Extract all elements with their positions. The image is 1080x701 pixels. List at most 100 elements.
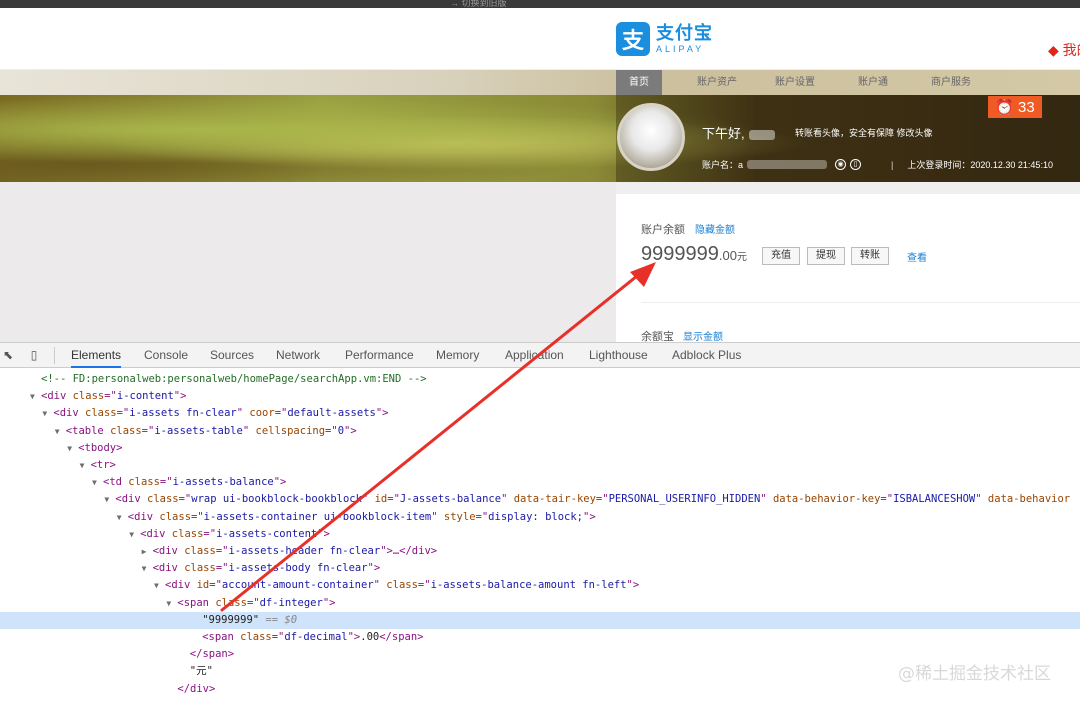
dom-token: <span	[202, 631, 241, 643]
dom-tree-line[interactable]: <!-- FD:personalweb:personalweb/homePage…	[0, 371, 1080, 388]
tab-elements[interactable]: Elements	[71, 343, 122, 368]
dom-tree-line[interactable]: ▼ <div class="i-assets-content">	[0, 526, 1080, 543]
collapse-triangle-icon[interactable]: ▼	[154, 577, 165, 594]
collapse-triangle-icon[interactable]: ▼	[92, 474, 103, 491]
tab-application[interactable]: Application	[505, 343, 564, 368]
device-toggle-icon[interactable]: ▯	[27, 348, 41, 362]
dom-token: .00	[360, 631, 380, 643]
dom-tree-line[interactable]: ▼ <table class="i-assets-table" cellspaci…	[0, 423, 1080, 440]
dom-tree-line[interactable]: ▼ <div id="account-amount-container" clas…	[0, 577, 1080, 594]
collapse-triangle-icon[interactable]: ▼	[142, 560, 153, 577]
dom-token: class	[147, 493, 179, 506]
dom-token: ">	[375, 407, 389, 420]
dom-token: class	[159, 510, 192, 523]
collapse-triangle-icon[interactable]: ▼	[117, 509, 128, 526]
account-prefix: a	[738, 159, 744, 170]
dom-token: ="	[116, 407, 130, 420]
dom-token: ="	[246, 596, 260, 609]
tab-adblock-plus[interactable]: Adblock Plus	[672, 343, 741, 368]
logo-cn-text: 支付宝	[656, 23, 713, 43]
dom-token: i-assets-body fn-clear	[228, 562, 368, 575]
nav-item-home[interactable]: 首页	[616, 70, 662, 95]
dom-token: i-assets fn-clear	[129, 407, 237, 420]
dom-token: ="	[475, 510, 489, 523]
dom-tree-line[interactable]: ▼ <tbody>	[0, 440, 1080, 457]
withdraw-button[interactable]: 提现	[807, 247, 845, 265]
dom-tree-line[interactable]: <span class="df-decimal">.00</span>	[0, 629, 1080, 646]
dom-token: data-behavior-key	[772, 493, 881, 506]
dom-token: "	[361, 493, 375, 506]
dom-token: style	[443, 510, 476, 523]
dom-token: "	[236, 407, 250, 420]
dom-token: ISBALANCESHOW	[893, 493, 976, 506]
tab-performance[interactable]: Performance	[345, 343, 414, 368]
dom-token: ="	[595, 493, 609, 506]
dom-token: </span>	[379, 631, 424, 643]
collapse-triangle-icon[interactable]: ▼	[67, 440, 78, 457]
dom-tree-line[interactable]: ▼ <tr>	[0, 457, 1080, 474]
dom-token: account-amount-container	[221, 579, 374, 592]
phone-icon[interactable]: ▯	[850, 159, 862, 170]
tab-memory[interactable]: Memory	[436, 343, 479, 368]
dom-token: class	[110, 424, 142, 437]
recharge-button[interactable]: 充值	[762, 247, 800, 265]
nav-item-account-pass[interactable]: 账户通	[834, 70, 912, 95]
dom-tree-line[interactable]: "9999999" == $0	[0, 611, 1080, 629]
collapse-triangle-icon[interactable]: ▼	[166, 595, 177, 612]
dom-token: class	[386, 579, 418, 592]
tab-sources[interactable]: Sources	[210, 343, 254, 368]
tab-lighthouse[interactable]: Lighthouse	[589, 343, 648, 368]
dom-token: data-behavior	[987, 493, 1071, 506]
expand-triangle-icon[interactable]: ▶	[142, 543, 153, 560]
dom-token: "	[975, 493, 988, 506]
dom-token: ">	[317, 527, 330, 540]
dom-token: id	[374, 493, 388, 506]
avatar-tip[interactable]: 转账看头像，安全有保障 修改头像	[795, 126, 933, 139]
dom-tree-line[interactable]: ▼ <div class="wrap ui-bookblock-bookblock…	[0, 491, 1080, 508]
collapse-triangle-icon[interactable]: ▼	[30, 388, 41, 405]
nav-item-settings[interactable]: 账户设置	[756, 70, 834, 95]
collapse-triangle-icon[interactable]: ▼	[80, 457, 91, 474]
collapse-triangle-icon[interactable]: ▼	[55, 423, 66, 440]
show-amount-link[interactable]: 显示金额	[683, 328, 723, 343]
dom-tree-line[interactable]: ▼ <div class="i-assets fn-clear" coor="de…	[0, 405, 1080, 422]
dom-token: class	[215, 596, 247, 609]
dom-token: ">	[347, 631, 361, 643]
dom-token: data-tair-key	[513, 493, 596, 506]
collapse-triangle-icon[interactable]: ▼	[129, 526, 140, 543]
dom-token: ">	[273, 476, 287, 489]
dom-tree-line[interactable]: ▼ <div class="i-assets-container ui-bookb…	[0, 509, 1080, 526]
alipay-header: 支 支付宝 ALIPAY ◆ 我的	[0, 8, 1080, 70]
dom-token: ">	[322, 596, 336, 609]
message-badge[interactable]: ⏰ 33	[988, 96, 1042, 118]
user-icon[interactable]: ◉	[835, 159, 847, 170]
collapse-triangle-icon[interactable]: ▼	[104, 491, 115, 508]
view-link[interactable]: 查看	[907, 249, 927, 264]
dom-token: df-integer	[259, 596, 323, 609]
transfer-button[interactable]: 转账	[851, 247, 889, 265]
alipay-logo[interactable]: 支 支付宝 ALIPAY	[616, 22, 713, 56]
nav-item-assets[interactable]: 账户资产	[678, 70, 756, 95]
browser-top-strip: → 切换到旧版	[0, 0, 1080, 8]
dom-token: ="	[209, 579, 222, 592]
dom-tree-line[interactable]: ▼ <td class="i-assets-balance">	[0, 474, 1080, 491]
hide-amount-link[interactable]: 隐藏金额	[695, 221, 735, 236]
dom-token: <div	[115, 493, 147, 506]
tab-console[interactable]: Console	[144, 343, 188, 368]
dom-tree-line[interactable]: ▶ <div class="i-assets-header fn-clear">……	[0, 543, 1080, 560]
user-avatar[interactable]	[617, 103, 685, 171]
dom-tree-line[interactable]: ▼ <div class="i-assets-body fn-clear">	[0, 560, 1080, 577]
dom-token: ">	[173, 390, 187, 403]
my-alipay-link[interactable]: ◆ 我的	[1048, 40, 1080, 60]
dom-tree-line[interactable]: ▼ <div class="i-content">	[0, 388, 1080, 405]
dom-token: ">	[367, 562, 381, 575]
collapse-triangle-icon[interactable]: ▼	[42, 405, 53, 422]
dom-token: ="	[387, 493, 400, 506]
nav-item-merchant[interactable]: 商户服务	[912, 70, 990, 95]
tab-network[interactable]: Network	[276, 343, 320, 368]
alarm-clock-icon: ⏰	[995, 99, 1014, 116]
dom-token: class	[128, 476, 160, 489]
inspect-element-icon[interactable]: ⬉	[1, 348, 15, 362]
dom-token: <div	[127, 510, 160, 523]
dom-tree-line[interactable]: ▼ <span class="df-integer">	[0, 595, 1080, 612]
